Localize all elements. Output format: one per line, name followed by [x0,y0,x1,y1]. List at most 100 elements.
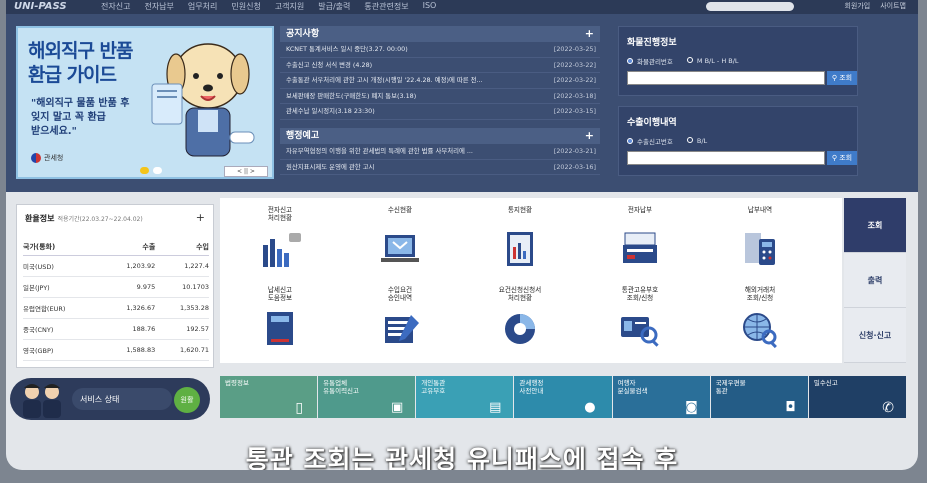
currency: 유럽연합(EUR) [23,297,102,319]
notice-header: 공지사항 + [280,26,600,42]
service-item[interactable]: 통관고유부호 조회/신청 [590,286,690,353]
notice-item[interactable]: 수출통관 서우처리에 관한 고시 개정(시행일 '22.4.28. 예정)에 따… [280,73,600,89]
import-rate: 1,227.4 [155,255,209,277]
radio-bl[interactable]: B/L [686,137,707,145]
label-line: 요건신청신청서 [498,286,542,294]
label-line: 해외거래처 [744,286,776,294]
menu-item[interactable]: ISO [423,1,437,12]
notice-item[interactable]: 관세수납 일시정지(3.18 23:30) [2022-03-15] [280,104,600,120]
tile-smuggling-report[interactable]: 밀수신고 ✆ [808,376,906,418]
menu-item[interactable]: 통관관련정보 [364,1,408,12]
currency: 일본(JPY) [23,276,102,298]
service-item[interactable]: 납세신고 도움정보 [230,286,330,353]
service-item[interactable]: 전자신고 처리현황 [230,206,330,273]
service-item[interactable]: 해외거래처 조회/신청 [710,286,810,353]
tile-law-info[interactable]: 법령정보 ▯ [220,376,318,418]
export-search-button[interactable]: ⚲ 조회 [827,151,857,165]
top-search-input[interactable] [706,2,794,11]
more-plus-icon[interactable]: + [196,211,205,224]
notice-date: [2022-03-16] [553,162,596,171]
notice-item[interactable]: KCNET 통계서비스 일시 중단(3.27. 00:00) [2022-03-2… [280,42,600,58]
service-label: 통지현황 [470,206,570,224]
label-line: 수신현황 [387,206,413,214]
notice-text: 원산지표시제도 운영에 관한 고시 [286,162,375,171]
banner-text: 잊지 말고 꼭 환급 [31,112,106,123]
calculator-icon [745,233,775,265]
menu-item[interactable]: 전자납부 [144,1,173,12]
service-label: 통관고유부호 조회/신청 [590,286,690,304]
service-item[interactable]: 수입요건 승인내역 [350,286,450,353]
more-plus-icon[interactable]: + [585,26,594,42]
signup-link[interactable]: 회원가입 [844,1,870,11]
unipass-logo[interactable]: UNI-PASS [14,1,67,12]
tile-intl-mail[interactable]: 국제우편물 통관 ◘ [710,376,808,418]
utility-links: 회원가입 사이트맵 [844,1,906,11]
more-plus-icon[interactable]: + [585,128,594,144]
radio-cargo-number[interactable]: 화물관리번호 [627,56,673,66]
label-line: 처리현황 [267,214,293,222]
export-rate: 1,203.92 [101,255,156,277]
admin-notice-item[interactable]: 원산지표시제도 운영에 관한 고시 [2022-03-16] [280,160,600,175]
admin-notice-item[interactable]: 자유무역협정의 이행을 위한 관세법의 특례에 관한 법률 사무처리에 ... [… [280,144,600,160]
menu-item[interactable]: 발급/출력 [318,1,350,12]
service-label: 납세신고 도움정보 [230,286,330,304]
tile-label: 밀수신고 [813,379,838,387]
cargo-title: 화물진행정보 [627,38,677,48]
menu-item[interactable]: 업무처리 [188,1,217,12]
promo-banner[interactable]: 해외직구 반품 환급 가이드 "해외직구 물품 반품 후 잊지 말고 꼭 환급 … [16,26,274,179]
service-item[interactable]: 통지현황 [470,206,570,273]
carousel-dot[interactable] [153,167,162,174]
carousel-dots [140,167,162,174]
tab-inquiry[interactable]: 조회 [844,198,906,253]
luggage-icon: ◙ [685,400,698,415]
service-item[interactable]: 전자납부 [590,206,690,273]
label-line: 납부내역 [747,206,773,214]
tile-distribution[interactable]: 유통업체 유통이력신고 ▣ [318,376,416,418]
tile-label: 사전안내 [519,387,544,395]
service-item[interactable]: 요건신청신청서 처리현황 [470,286,570,353]
export-radio-group: 수출신고번호 B/L [627,136,857,146]
status-indicator-button[interactable]: 원활 [174,387,200,413]
service-item[interactable]: 수신현황 [350,206,450,273]
payment-terminal-icon [623,232,657,263]
menu-item[interactable]: 전자신고 [101,1,130,12]
service-label: 납부내역 [710,206,810,224]
export-history-panel: 수출이행내역 수출신고번호 B/L ⚲ 조회 [618,106,858,176]
radio-export-number[interactable]: 수출신고번호 [627,136,673,146]
tile-lost-items[interactable]: 여행자 분실물검색 ◙ [612,376,710,418]
radio-bl[interactable]: M B/L - H B/L [686,57,739,65]
export-number-input[interactable] [627,151,825,165]
carousel-pager[interactable]: < || > [224,166,268,177]
notice-text: 보세판매장 판매한도(구매한도) 폐지 통보(3.18) [286,91,417,100]
label-line: 통지현황 [507,206,533,214]
tile-admin-guide[interactable]: 관세행정 사전안내 ● [514,376,612,418]
tile-personal-customs[interactable]: 개인통관 고유부호 ▤ [416,376,514,418]
label-line: 수입요건 [387,286,413,294]
card-icon: ▤ [489,400,502,415]
tab-print[interactable]: 출력 [844,253,906,308]
menu-item[interactable]: 고객지원 [275,1,304,12]
notice-item[interactable]: 보세판매장 판매한도(구매한도) 폐지 통보(3.18) [2022-03-18] [280,89,600,104]
notice-date: [2022-03-21] [553,147,596,155]
service-status-widget: 서비스 상태 원활 [10,378,210,420]
service-label: 전자납부 [590,206,690,224]
tile-label: 법령정보 [225,379,249,387]
cargo-number-input[interactable] [627,71,825,85]
laptop-mail-icon [381,235,419,262]
sitemap-link[interactable]: 사이트맵 [880,1,906,11]
notice-item[interactable]: 수출신고 신청 서식 변경 (4.28) [2022-03-22] [280,58,600,73]
menu-item[interactable]: 민원신청 [231,1,260,12]
cargo-radio-group: 화물관리번호 M B/L - H B/L [627,56,857,66]
service-grid: 전자신고 처리현황 수신현황 통지현황 전자납부 납부내역 납세신고 도움정보 수입… [220,198,842,363]
approval-icon [385,315,419,343]
export-rate: 188.76 [101,318,156,340]
service-item[interactable]: 납부내역 [710,206,810,273]
fx-header-row: 국가(통화) 수출 수입 [23,239,209,256]
button-label: 조회 [839,154,853,162]
carousel-dot[interactable] [140,167,149,174]
import-rate: 10.1703 [155,276,209,298]
cargo-search-button[interactable]: ⚲ 조회 [827,71,857,85]
label-line: 통관고유부호 [621,286,659,294]
tab-apply[interactable]: 신청·신고 [844,308,906,363]
globe-search-icon [743,313,777,349]
